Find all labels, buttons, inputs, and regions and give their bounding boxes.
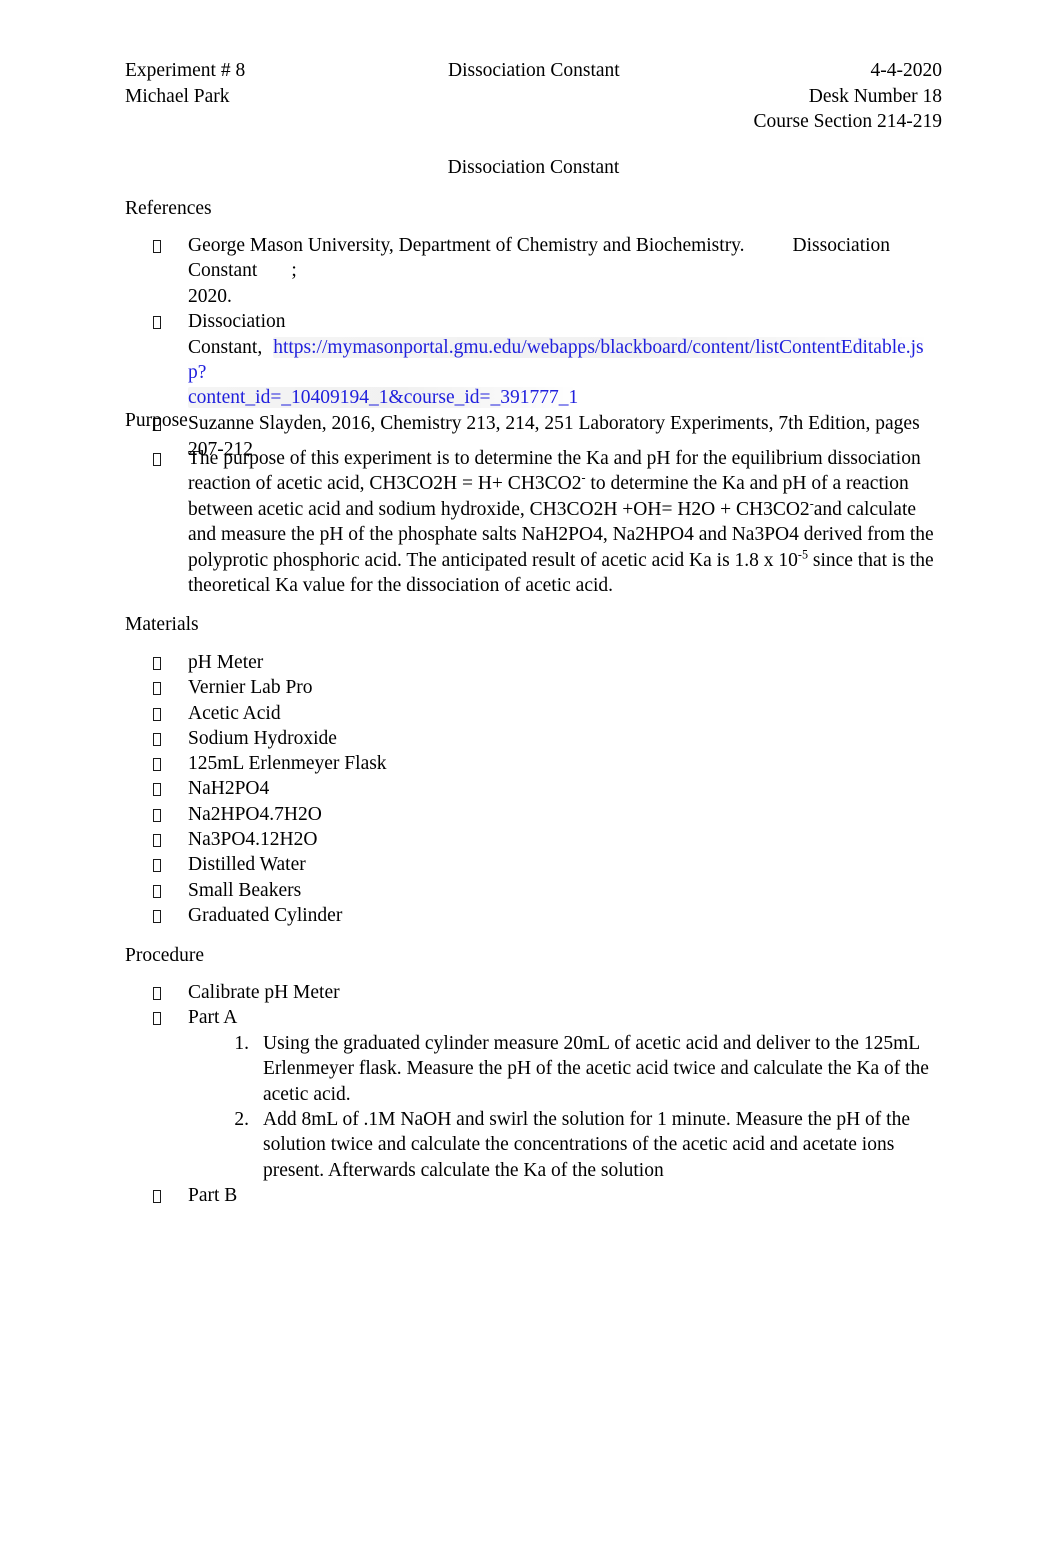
list-item: Calibrate pH Meter [125, 980, 937, 1005]
step-text: Add 8mL of .1M NaOH and swirl the soluti… [263, 1109, 910, 1181]
bullet-icon [153, 1005, 169, 1030]
bullet-icon [153, 827, 169, 852]
section-heading-procedure: Procedure [125, 945, 205, 966]
list-item: George Mason University, Department of C… [125, 233, 940, 309]
list-item: Vernier Lab Pro [125, 675, 725, 700]
header-center-title: Dissociation Constant [448, 60, 620, 81]
list-item: Dissociation Constant, https://mymasonpor… [125, 309, 940, 411]
list-item: Graduated Cylinder [125, 903, 725, 928]
material-label: Graduated Cylinder [188, 904, 343, 926]
purpose-superscript-exponent: -5 [797, 547, 808, 562]
procedure-step-part-a: Part A [188, 1007, 238, 1029]
bullet-icon [153, 903, 169, 928]
bullet-icon [153, 701, 169, 726]
material-label: Na3PO4.12H2O [188, 829, 318, 851]
list-item: Small Beakers [125, 878, 725, 903]
bullet-icon [153, 751, 169, 776]
list-item: Acetic Acid [125, 701, 725, 726]
procedure-step-calibrate: Calibrate pH Meter [188, 982, 340, 1003]
header-row-3: Course Section 214-219 [125, 109, 942, 135]
bullet-icon [153, 233, 169, 258]
author-name: Michael Park [125, 85, 230, 107]
page-title: Dissociation Constant [447, 157, 620, 178]
bullet-icon [153, 309, 169, 334]
section-heading-purpose: Purpose [125, 410, 188, 431]
list-item: 125mL Erlenmeyer Flask [125, 751, 725, 776]
bullet-icon [153, 802, 169, 827]
bullet-icon [153, 1183, 169, 1208]
reference-2-url-line2[interactable]: content_id=_10409194_1&course_id=_391777… [188, 387, 579, 409]
header-row-2: Michael Park Desk Number 18 [125, 84, 942, 110]
bullet-icon [153, 878, 169, 903]
document-header: Experiment # 8 Dissociation Constant 4-4… [125, 58, 942, 135]
purpose-list: The purpose of this experiment is to det… [125, 446, 937, 598]
list-item: Sodium Hydroxide [125, 726, 725, 751]
reference-1-part4: 2020. [188, 285, 232, 307]
material-label: 125mL Erlenmeyer Flask [188, 753, 387, 775]
course-section: Course Section 214-219 [753, 111, 942, 132]
step-number: 2. [234, 1109, 249, 1131]
list-item: NaH2PO4 [125, 776, 725, 801]
material-label: pH Meter [188, 652, 264, 673]
bullet-icon [153, 650, 169, 675]
references-list: George Mason University, Department of C… [125, 233, 940, 464]
bullet-icon [153, 726, 169, 751]
reference-2-line1: Dissociation [188, 311, 286, 333]
reference-1-part1: George Mason University, Department of C… [188, 235, 745, 256]
list-item: The purpose of this experiment is to det… [125, 446, 937, 598]
materials-list: pH Meter Vernier Lab Pro Acetic Acid Sod… [125, 650, 725, 928]
material-label: Sodium Hydroxide [188, 727, 337, 749]
section-heading-references: References [125, 198, 212, 219]
list-item: Na3PO4.12H2O [125, 827, 725, 852]
list-item: Part A [125, 1005, 937, 1030]
material-label: NaH2PO4 [188, 778, 270, 800]
section-heading-materials: Materials [125, 614, 199, 635]
reference-2-url-line1[interactable]: https://mymasonportal.gmu.edu/webapps/bl… [188, 336, 924, 384]
list-item: Na2HPO4.7H2O [125, 802, 725, 827]
material-label: Acetic Acid [188, 702, 281, 724]
reference-2-line2-prefix: Constant, [188, 336, 263, 358]
bullet-icon [153, 675, 169, 700]
list-item: Part B [125, 1183, 937, 1208]
material-label: Vernier Lab Pro [188, 677, 313, 699]
material-label: Distilled Water [188, 854, 306, 876]
bullet-icon [153, 446, 169, 471]
list-item: Distilled Water [125, 852, 725, 877]
bullet-icon [153, 776, 169, 801]
material-label: Na2HPO4.7H2O [188, 803, 322, 825]
bullet-icon [153, 852, 169, 877]
part-a-numbered-list: 1. Using the graduated cylinder measure … [217, 1031, 937, 1183]
document-page: Experiment # 8 Dissociation Constant 4-4… [0, 0, 1062, 1561]
procedure-step-part-b: Part B [188, 1185, 238, 1207]
desk-number: Desk Number 18 [808, 85, 942, 107]
list-item: 1. Using the graduated cylinder measure … [217, 1031, 937, 1107]
procedure-list: Calibrate pH Meter Part A 1. Using the g… [125, 980, 937, 1209]
list-item: pH Meter [125, 650, 725, 675]
step-text: Using the graduated cylinder measure 20m… [263, 1032, 929, 1105]
step-number: 1. [234, 1032, 249, 1054]
bullet-icon [153, 980, 169, 1005]
date-label: 4-4-2020 [870, 60, 943, 81]
header-row-1: Experiment # 8 Dissociation Constant 4-4… [125, 58, 942, 84]
reference-1-part3: ; [291, 260, 297, 282]
material-label: Small Beakers [188, 879, 302, 901]
experiment-label: Experiment # 8 [125, 60, 246, 81]
list-item: 2. Add 8mL of .1M NaOH and swirl the sol… [217, 1107, 937, 1183]
